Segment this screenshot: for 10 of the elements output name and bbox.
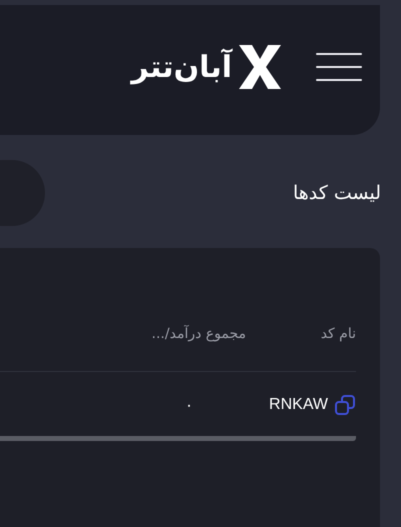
copy-icon[interactable] [334,394,356,416]
column-header: نام کد [320,326,356,344]
column-header: مجموع درآمد/... [150,326,246,344]
brand-name: آبان‌تتر [131,50,232,84]
scrollbar[interactable] [0,436,356,441]
page-title: لیست کدها [293,182,381,204]
logo-icon [238,45,282,89]
code-name: RNKAW [269,396,328,414]
table-cell-text: ۰ [184,396,193,414]
menu-icon[interactable] [316,53,362,81]
